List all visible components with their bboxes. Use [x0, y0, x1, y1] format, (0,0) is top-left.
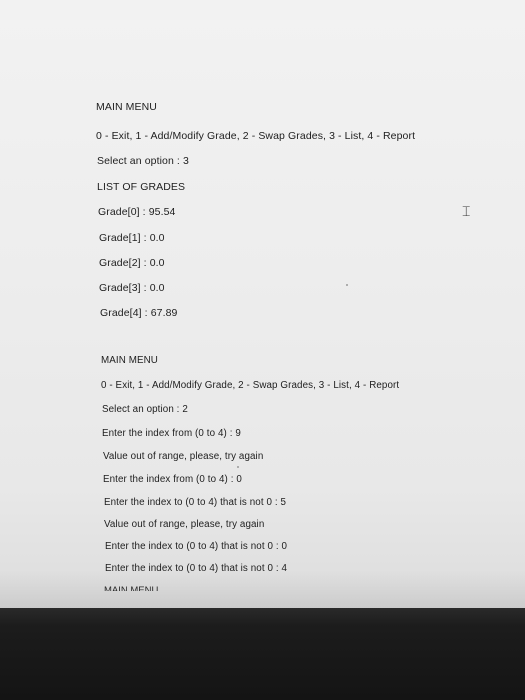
console-line: Enter the index from (0 to 4) : 0: [103, 474, 242, 485]
console-line: Enter the index to (0 to 4) that is not …: [105, 541, 288, 552]
photo-of-screen: MAIN MENU 0 - Exit, 1 - Add/Modify Grade…: [0, 0, 525, 700]
option-prompt: Select an option : 3: [97, 155, 189, 167]
monitor-bezel: [0, 608, 525, 700]
list-title: LIST OF GRADES: [97, 181, 186, 193]
menu-title: MAIN MENU: [101, 355, 158, 366]
menu-title: MAIN MENU: [96, 101, 157, 113]
grade-line: Grade[1] : 0.0: [99, 232, 165, 244]
menu-title-cut-off: MAIN MENU: [104, 585, 159, 591]
menu-options: 0 - Exit, 1 - Add/Modify Grade, 2 - Swap…: [96, 130, 416, 142]
screen-speck: [237, 466, 239, 468]
console-line: Value out of range, please, try again: [104, 519, 265, 530]
grade-line: Grade[3] : 0.0: [99, 282, 165, 294]
console-output: MAIN MENU 0 - Exit, 1 - Add/Modify Grade…: [0, 0, 525, 610]
console-line: Enter the index to (0 to 4) that is not …: [105, 563, 288, 574]
menu-options: 0 - Exit, 1 - Add/Modify Grade, 2 - Swap…: [101, 380, 400, 391]
console-line: Enter the index to (0 to 4) that is not …: [104, 497, 287, 508]
grade-line: Grade[2] : 0.0: [99, 257, 165, 269]
text-cursor-icon: ⌶: [462, 204, 471, 220]
grade-line: Grade[4] : 67.89: [100, 307, 178, 319]
console-line: Value out of range, please, try again: [103, 451, 264, 462]
screen-speck: [346, 284, 348, 286]
grade-line: Grade[0] : 95.54: [98, 206, 176, 218]
option-prompt: Select an option : 2: [102, 404, 188, 415]
console-line: Enter the index from (0 to 4) : 9: [102, 428, 241, 439]
